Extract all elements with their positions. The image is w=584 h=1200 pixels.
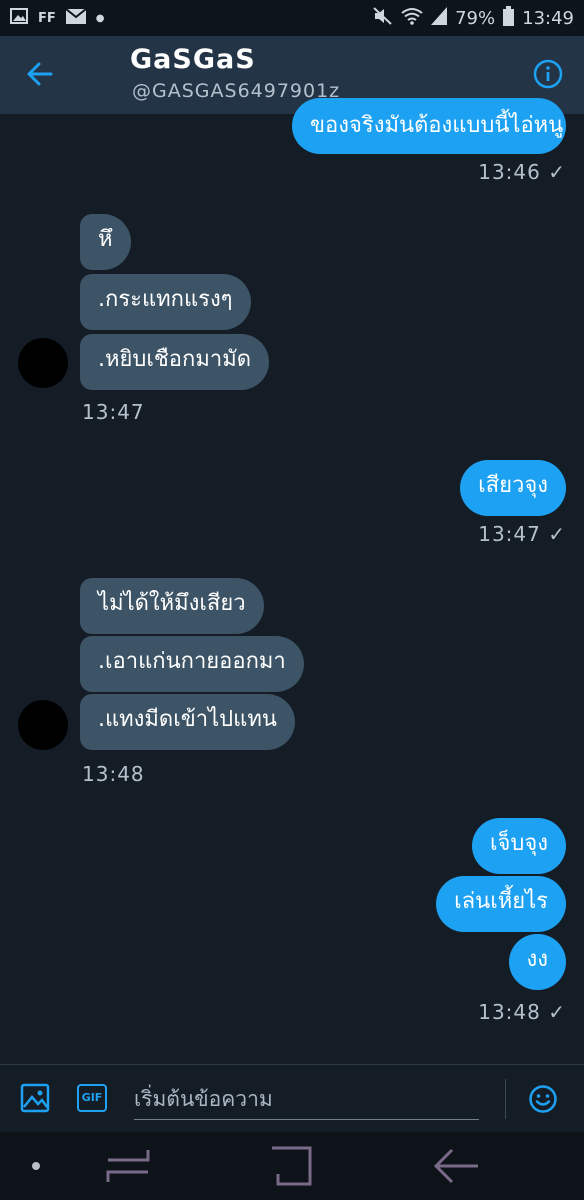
message-bubble-incoming[interactable]: .เอาแก่นกายออกมา xyxy=(80,636,304,692)
message-bubble-incoming[interactable]: .แทงมีดเข้าไปแทน xyxy=(80,694,295,750)
message-timestamp: 13:46 ✓ xyxy=(478,160,566,184)
home-icon[interactable] xyxy=(268,1144,314,1192)
composer-divider xyxy=(505,1079,506,1119)
dot-icon: ● xyxy=(95,12,105,24)
ff-icon: FF xyxy=(38,10,56,26)
message-bubble-outgoing[interactable]: เจ็บจุง xyxy=(471,818,566,874)
message-bubble-incoming[interactable]: ไม่ได้ให้มึงเสียว xyxy=(80,578,264,634)
message-timestamp: 13:47 ✓ xyxy=(478,522,566,546)
photo-icon[interactable] xyxy=(20,1083,50,1117)
message-bubble-outgoing[interactable]: เล่นเหี้ยไร xyxy=(436,876,566,932)
mail-icon xyxy=(65,7,87,28)
message-timestamp: 13:47 xyxy=(82,400,145,424)
status-bar: FF ● 79% 13:49 xyxy=(0,0,584,36)
clock: 13:49 xyxy=(522,8,574,29)
back-icon[interactable] xyxy=(430,1146,480,1190)
message-bubble-incoming[interactable]: หึ xyxy=(80,214,131,270)
message-bubble-incoming[interactable]: .หยิบเชือกมามัด xyxy=(80,334,269,390)
mute-icon xyxy=(373,7,393,30)
message-bubble-outgoing[interactable]: ของจริงมันต้องแบบนี้ไอ่หนู xyxy=(292,98,566,154)
message-bubble-incoming[interactable]: .กระแทกแรงๆ xyxy=(80,274,251,330)
message-bubble-outgoing[interactable]: เสียวจุง xyxy=(460,460,566,516)
back-arrow-icon[interactable] xyxy=(24,58,56,90)
gif-label: GIF xyxy=(81,1091,103,1104)
message-timestamp: 13:48 xyxy=(82,762,145,786)
message-input[interactable]: เริ่มต้นข้อความ xyxy=(134,1083,273,1116)
system-nav-bar xyxy=(0,1132,584,1200)
message-timestamp: 13:48 ✓ xyxy=(478,1000,566,1024)
contact-handle: @GASGAS6497901z xyxy=(132,80,341,102)
recents-icon[interactable] xyxy=(104,1146,152,1190)
input-underline xyxy=(134,1119,479,1120)
signal-icon xyxy=(431,7,448,30)
nav-dot-icon xyxy=(32,1162,40,1170)
message-thread[interactable]: ของจริงมันต้องแบบนี้ไอ่หนู 13:46 ✓ หึ .ก… xyxy=(0,98,584,1064)
emoji-icon[interactable] xyxy=(528,1084,558,1118)
battery-icon xyxy=(503,6,515,31)
avatar[interactable] xyxy=(18,338,68,388)
avatar[interactable] xyxy=(18,700,68,750)
message-composer: GIF เริ่มต้นข้อความ xyxy=(0,1064,584,1133)
message-bubble-outgoing[interactable]: งง xyxy=(508,934,566,990)
battery-percent: 79% xyxy=(455,8,496,29)
info-icon[interactable] xyxy=(532,58,564,90)
wifi-icon xyxy=(401,7,423,30)
contact-name: GaSGaS xyxy=(130,44,256,75)
image-icon xyxy=(10,8,28,28)
gif-button[interactable]: GIF xyxy=(77,1084,107,1112)
